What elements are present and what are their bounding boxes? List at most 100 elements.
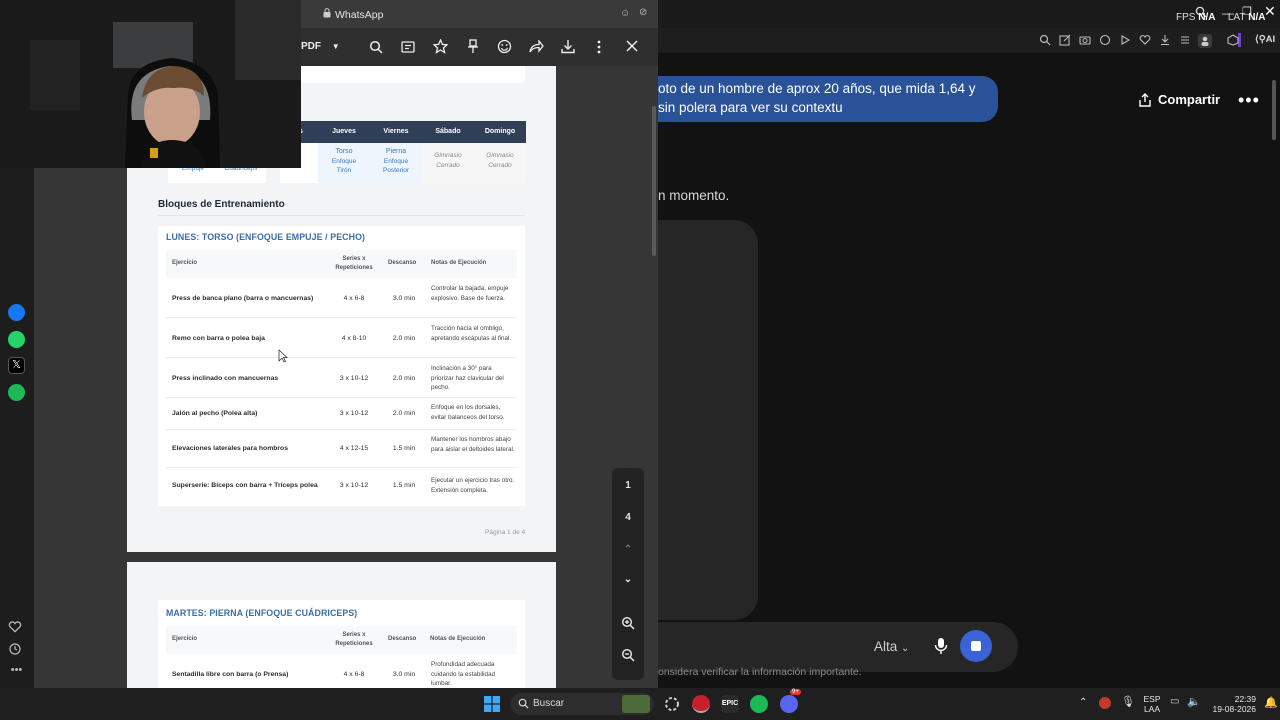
file-type-label: PDF <box>301 41 321 52</box>
search-icon[interactable] <box>1039 34 1053 48</box>
pin-icon[interactable]: ⊘ <box>639 7 647 18</box>
clock-date: 19-08-2026 <box>1212 704 1256 714</box>
menu-icon[interactable] <box>1179 34 1193 48</box>
rest-value: 3.0 min <box>392 295 416 302</box>
microphone-icon[interactable] <box>934 637 948 655</box>
download-icon[interactable] <box>1159 34 1173 48</box>
monday-block: LUNES: TORSO (ENFOQUE EMPUJE / PECHO) Ej… <box>158 226 525 506</box>
chevron-up-icon[interactable]: ⌃ <box>612 544 644 555</box>
heart-icon[interactable] <box>1139 34 1153 48</box>
settings-app-icon[interactable] <box>663 695 681 713</box>
epic-games-icon[interactable]: EPIC <box>721 695 739 713</box>
heart-icon[interactable] <box>8 620 25 637</box>
table-header-row: Ejercicio Series x Repeticiones Descanso… <box>166 626 517 654</box>
mouse-cursor-icon <box>278 349 288 363</box>
edit-icon[interactable] <box>1059 34 1073 48</box>
search-icon[interactable] <box>369 40 383 54</box>
table-row: Superserie: Bíceps con barra + Tríceps p… <box>166 468 517 502</box>
file-type-dropdown[interactable]: PDF ▼ <box>301 41 340 52</box>
rest-value: 1.5 min <box>392 482 416 489</box>
zoom-out-icon[interactable] <box>612 648 644 662</box>
scrollbar[interactable] <box>652 106 656 256</box>
windows-start-icon[interactable] <box>484 696 500 712</box>
close-window-button[interactable]: ✕ <box>1264 3 1276 20</box>
spotify-icon[interactable] <box>8 384 25 401</box>
exercise-name: Jalón al pecho (Polea alta) <box>172 410 258 417</box>
x-twitter-icon[interactable]: 𝕏 <box>8 357 25 374</box>
chevron-down-icon[interactable]: ⌄ <box>612 574 644 585</box>
camera-icon[interactable] <box>1079 34 1093 48</box>
performance-overlay: FPS N/A LAT N/A <box>1176 12 1266 23</box>
chevron-up-icon[interactable]: ⌃ <box>1079 697 1087 708</box>
browser-toolbar: ⟨⚲AI <box>658 28 1280 53</box>
header-exercise: Ejercicio <box>172 636 198 642</box>
notes-value: Inclinación a 30° para priorizar haz cla… <box>431 365 504 391</box>
volume-icon[interactable]: 🔈 <box>1187 695 1201 708</box>
notes-value: Ejecutar un ejercicio tras otro. Extensi… <box>431 477 515 494</box>
whatsapp-title-bar: WhatsApp ☺ ⊘ <box>301 0 658 28</box>
pin-icon[interactable] <box>467 39 479 54</box>
cell-line: Posterior <box>382 167 409 174</box>
text-select-icon[interactable] <box>401 40 415 54</box>
search-icon <box>518 698 529 709</box>
table-row: Elevaciones laterales para hombros 4 x 1… <box>166 430 517 468</box>
extension-icon[interactable] <box>1227 34 1241 48</box>
more-vertical-icon[interactable] <box>597 40 601 54</box>
emoji-icon[interactable]: ☺ <box>620 8 630 19</box>
clock[interactable]: 22:39 19-08-2026 <box>1204 694 1256 714</box>
model-selector[interactable]: Alta ⌄ <box>874 639 909 654</box>
network-icon[interactable]: ▭ <box>1170 696 1179 707</box>
header-notes: Notas de Ejecución <box>430 636 486 642</box>
ai-button[interactable]: ⟨⚲AI <box>1255 34 1275 45</box>
ai-label: AI <box>1265 34 1276 45</box>
schedule-day-header: Jueves <box>318 121 370 143</box>
cell-line: Gimnasio <box>486 152 514 159</box>
notifications-icon[interactable]: 🔔 <box>1264 696 1278 709</box>
messenger-icon[interactable] <box>8 304 25 321</box>
profile-icon[interactable] <box>1198 34 1212 48</box>
current-page[interactable]: 1 <box>612 480 644 491</box>
history-icon[interactable] <box>8 642 25 659</box>
rest-value: 2.0 min <box>392 375 416 382</box>
forward-icon[interactable] <box>529 40 544 53</box>
language-indicator[interactable]: ESP LAA <box>1140 694 1164 714</box>
close-icon[interactable] <box>626 40 638 52</box>
header-series: Series x Repeticiones <box>335 632 373 647</box>
more-options-button[interactable]: ••• <box>1238 90 1260 111</box>
taskbar-search[interactable]: Buscar <box>510 693 654 715</box>
fps-label: FPS <box>1176 12 1196 23</box>
notes-value: Profundidad adecuada cuidando la estabil… <box>431 661 496 687</box>
table-row: Remo con barra o polea baja 4 x 8-10 2.0… <box>166 318 517 358</box>
page-footer: Página 1 de 4 <box>485 529 526 536</box>
share-button[interactable]: Compartir <box>1138 92 1220 107</box>
notes-value: Mantener los hombros abajo para aislar e… <box>431 436 515 453</box>
generating-image-card <box>658 220 758 620</box>
spotify-icon[interactable] <box>750 695 768 713</box>
whatsapp-icon[interactable] <box>8 331 25 348</box>
series-value: 4 x 6-8 <box>343 671 365 678</box>
disclaimer-text: onsidera verificar la información import… <box>658 666 862 678</box>
stop-button[interactable] <box>960 630 992 662</box>
star-icon[interactable] <box>433 39 448 54</box>
play-icon[interactable] <box>1119 34 1133 48</box>
emoji-icon[interactable] <box>497 39 512 54</box>
opera-icon[interactable] <box>692 695 710 713</box>
shield-icon[interactable] <box>1099 34 1113 48</box>
chevron-down-icon: ⌄ <box>901 643 910 654</box>
microphone-icon[interactable]: 🎙 <box>1121 695 1135 708</box>
total-pages: 4 <box>625 512 631 523</box>
share-label: Compartir <box>1158 92 1221 107</box>
discord-icon[interactable]: 9+ <box>780 689 801 713</box>
tray-app-icon[interactable] <box>1099 697 1111 709</box>
more-horizontal-icon[interactable]: ••• <box>8 664 25 681</box>
schedule-day-header: Domingo <box>474 121 526 143</box>
schedule-cell-saturday: Gimnasio Cerrado <box>422 143 474 183</box>
scrollbar[interactable] <box>1272 80 1276 140</box>
language-layout: LAA <box>1143 704 1161 714</box>
viewer-toolbar: PDF ▼ <box>301 28 658 66</box>
lat-label: LAT <box>1227 12 1246 23</box>
cell-line: Pierna <box>385 148 407 155</box>
zoom-in-icon[interactable] <box>612 616 644 630</box>
page-navigation: 1 4 ⌃ ⌄ <box>612 468 644 680</box>
download-icon[interactable] <box>561 39 575 54</box>
